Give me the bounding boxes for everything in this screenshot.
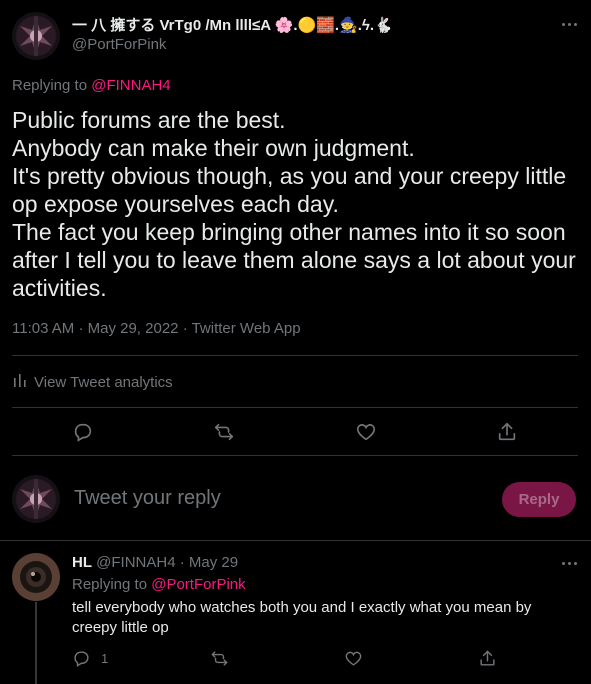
tweet-text-line: op expose yourselves each day. — [12, 191, 339, 217]
heart-icon — [344, 649, 363, 668]
reply-retweet-button[interactable] — [210, 649, 229, 668]
tweet-text: Public forums are the best. Anybody can … — [12, 106, 582, 302]
heart-icon — [355, 421, 377, 443]
reply-header: HL @FINNAH4 · May 29 — [72, 554, 238, 571]
retweet-icon — [210, 649, 229, 668]
reply-text-line: tell everybody who watches both you and … — [72, 599, 532, 616]
divider — [12, 455, 578, 456]
replying-to-handle-link[interactable]: @FINNAH4 — [91, 77, 170, 94]
composer-avatar[interactable] — [12, 475, 60, 523]
reply-replying-to-line: Replying to @PortForPink — [72, 576, 246, 593]
reply-submit-button[interactable]: Reply — [502, 482, 576, 517]
tweet-text-line: It's pretty obvious though, as you and y… — [12, 163, 567, 189]
meta-separator: · — [179, 554, 189, 571]
replying-to-handle-link[interactable]: @PortForPink — [151, 576, 245, 593]
reply-text-line: creepy little op — [72, 619, 169, 636]
tweet-meta: 11:03 AM · May 29, 2022 · Twitter Web Ap… — [12, 320, 301, 337]
view-analytics-link[interactable]: View Tweet analytics — [12, 372, 173, 392]
meta-separator: · — [78, 320, 88, 337]
author-name[interactable]: 一 八 擁する VrTg0 /Mn llll≤A 🌸.🟡🧱.🧙.ϟ.🐇 — [72, 14, 393, 35]
author-handle[interactable]: @PortForPink — [72, 36, 166, 53]
divider — [0, 540, 591, 541]
reply-reply-button[interactable]: 1 — [72, 649, 108, 668]
tweet-source[interactable]: Twitter Web App — [192, 320, 301, 337]
reply-author-name[interactable]: HL — [72, 554, 92, 571]
reply-count: 1 — [101, 651, 109, 666]
more-options-icon[interactable] — [557, 17, 581, 31]
analytics-label: View Tweet analytics — [34, 373, 173, 391]
tweet-text-line: activities. — [12, 275, 107, 301]
divider — [12, 355, 578, 356]
reply-text: tell everybody who watches both you and … — [72, 598, 572, 638]
replying-to-line: Replying to @FINNAH4 — [12, 77, 171, 94]
tweet-time[interactable]: 11:03 AM — [12, 320, 74, 337]
tweet-text-line: Public forums are the best. — [12, 107, 286, 133]
speech-bubble-icon — [72, 649, 91, 668]
tweet-text-line: after I tell you to leave them alone say… — [12, 247, 576, 273]
reply-more-options-icon[interactable] — [557, 556, 581, 570]
retweet-icon — [213, 421, 235, 443]
share-button[interactable] — [496, 421, 518, 443]
reply-button[interactable] — [72, 421, 94, 443]
divider — [12, 407, 578, 408]
reply-author-handle[interactable]: @FINNAH4 — [96, 554, 175, 571]
bar-chart-icon — [12, 372, 28, 392]
share-icon — [496, 421, 518, 443]
tweet-text-line: Anybody can make their own judgment. — [12, 135, 415, 161]
reply-like-button[interactable] — [344, 649, 363, 668]
speech-bubble-icon — [72, 421, 94, 443]
share-icon — [478, 649, 497, 668]
author-avatar[interactable] — [12, 12, 60, 60]
retweet-button[interactable] — [213, 421, 235, 443]
tweet-text-line: The fact you keep bringing other names i… — [12, 219, 566, 245]
replying-to-prefix: Replying to — [12, 77, 88, 94]
replying-to-prefix: Replying to — [72, 576, 148, 593]
thread-line — [35, 602, 37, 684]
meta-separator: · — [182, 320, 192, 337]
like-button[interactable] — [355, 421, 377, 443]
reply-date[interactable]: May 29 — [189, 554, 238, 571]
reply-input[interactable]: Tweet your reply — [74, 487, 221, 510]
reply-share-button[interactable] — [478, 649, 497, 668]
tweet-date[interactable]: May 29, 2022 — [88, 320, 179, 337]
reply-author-avatar[interactable] — [12, 553, 60, 601]
